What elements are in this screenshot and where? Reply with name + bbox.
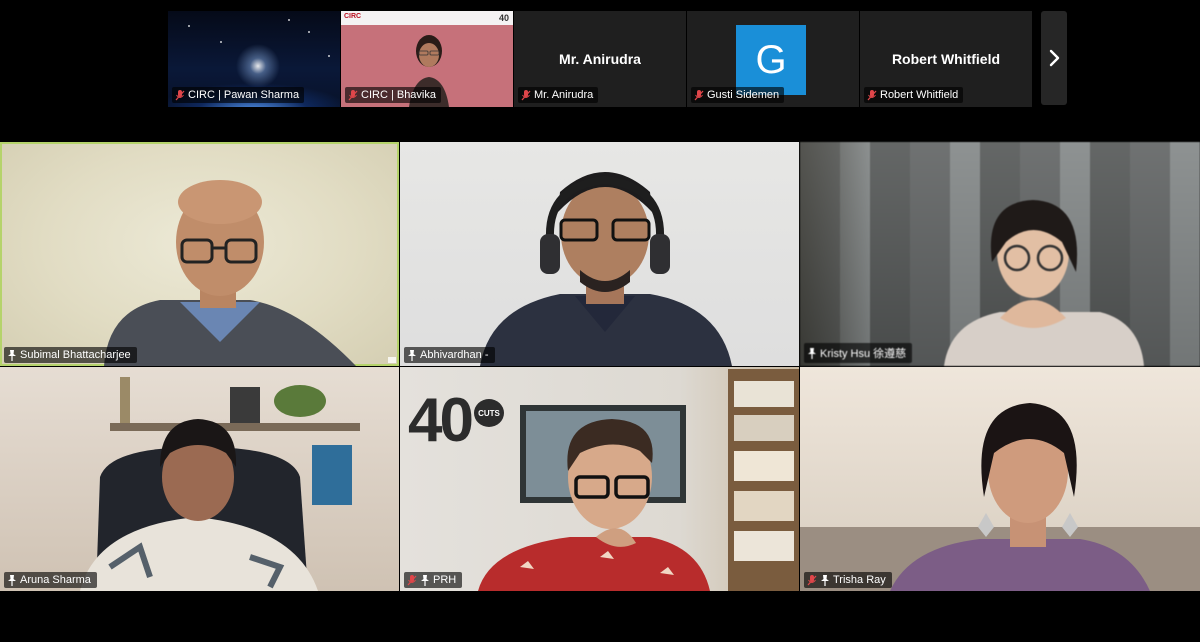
mic-muted-icon [407,574,417,586]
mic-muted-icon [807,574,817,586]
strip-tile-bhavika[interactable]: CIRC 40 CIRC | Bhavika [341,11,513,107]
mic-muted-icon [694,89,704,101]
participant-label: CIRC | Pawan Sharma [172,87,305,103]
mic-muted-icon [175,89,185,101]
participant-video [944,200,1144,366]
forty-logo: 40 [498,13,509,23]
filmstrip: CIRC | Pawan Sharma CIRC 40 CIRC | Bhavi… [168,11,1032,107]
filmstrip-next-button[interactable] [1041,11,1067,105]
pin-icon [7,349,17,361]
participant-name: PRH [433,574,457,586]
chevron-right-icon [1049,49,1060,67]
mic-muted-icon [348,89,358,101]
video-tile-subimal[interactable]: Subimal Bhattacharjee [0,142,399,366]
pin-icon [7,574,17,586]
participant-label: PRH [404,572,463,588]
participant-video [80,377,360,591]
video-tile-prh[interactable]: 40 CUTS PRH [400,367,799,591]
participant-name: Mr. Anirudra [534,89,594,101]
video-meeting-window: CIRC | Pawan Sharma CIRC 40 CIRC | Bhavi… [0,0,1200,642]
participant-name: Trisha Ray [833,574,886,586]
participant-label: Aruna Sharma [4,572,97,588]
participant-label: CIRC | Bhavika [345,87,441,103]
participant-label: Gusti Sidemen [691,87,785,103]
participant-center-name: Mr. Anirudra [559,51,641,67]
participant-video [478,369,799,591]
mic-muted-icon [521,89,531,101]
participant-label: Abhivardhan - [404,347,495,363]
video-tile-trisha[interactable]: Trisha Ray [800,367,1200,591]
participant-name: Kristy Hsu 徐遵慈 [820,348,907,360]
participant-label: Mr. Anirudra [518,87,599,103]
strip-tile-gusti[interactable]: G Gusti Sidemen [687,11,859,107]
participant-name: Aruna Sharma [20,574,91,586]
avatar: G [736,25,806,95]
banner [341,11,513,25]
participant-name: CIRC | Bhavika [361,89,436,101]
participant-name: Subimal Bhattacharjee [20,349,131,361]
pin-icon [820,574,830,586]
mic-muted-icon [867,89,877,101]
participant-name: Robert Whitfield [880,89,959,101]
participant-center-name: Robert Whitfield [891,51,1001,67]
video-tile-abhivardhan[interactable]: Abhivardhan - [400,142,799,366]
video-tile-aruna[interactable]: Aruna Sharma [0,367,399,591]
participant-label: Robert Whitfield [864,87,964,103]
circ-logo: CIRC [344,13,362,20]
participant-label: Kristy Hsu 徐遵慈 [804,343,913,363]
participant-video [104,180,396,366]
strip-tile-robert[interactable]: Robert Whitfield Robert Whitfield [860,11,1032,107]
gallery-grid: Subimal Bhattacharjee Abhivardhan - Kris… [0,142,1200,592]
video-tile-kristy[interactable]: Kristy Hsu 徐遵慈 [800,142,1200,366]
participant-name: Abhivardhan - [420,349,489,361]
participant-label: Subimal Bhattacharjee [4,347,137,363]
strip-tile-pawan[interactable]: CIRC | Pawan Sharma [168,11,340,107]
pin-icon [407,349,417,361]
participant-video [480,172,732,366]
participant-name: Gusti Sidemen [707,89,780,101]
pin-icon [807,347,817,359]
strip-tile-anirudra[interactable]: Mr. Anirudra Mr. Anirudra [514,11,686,107]
pin-icon [420,574,430,586]
participant-video [800,403,1200,591]
participant-name: CIRC | Pawan Sharma [188,89,300,101]
participant-label: Trisha Ray [804,572,892,588]
